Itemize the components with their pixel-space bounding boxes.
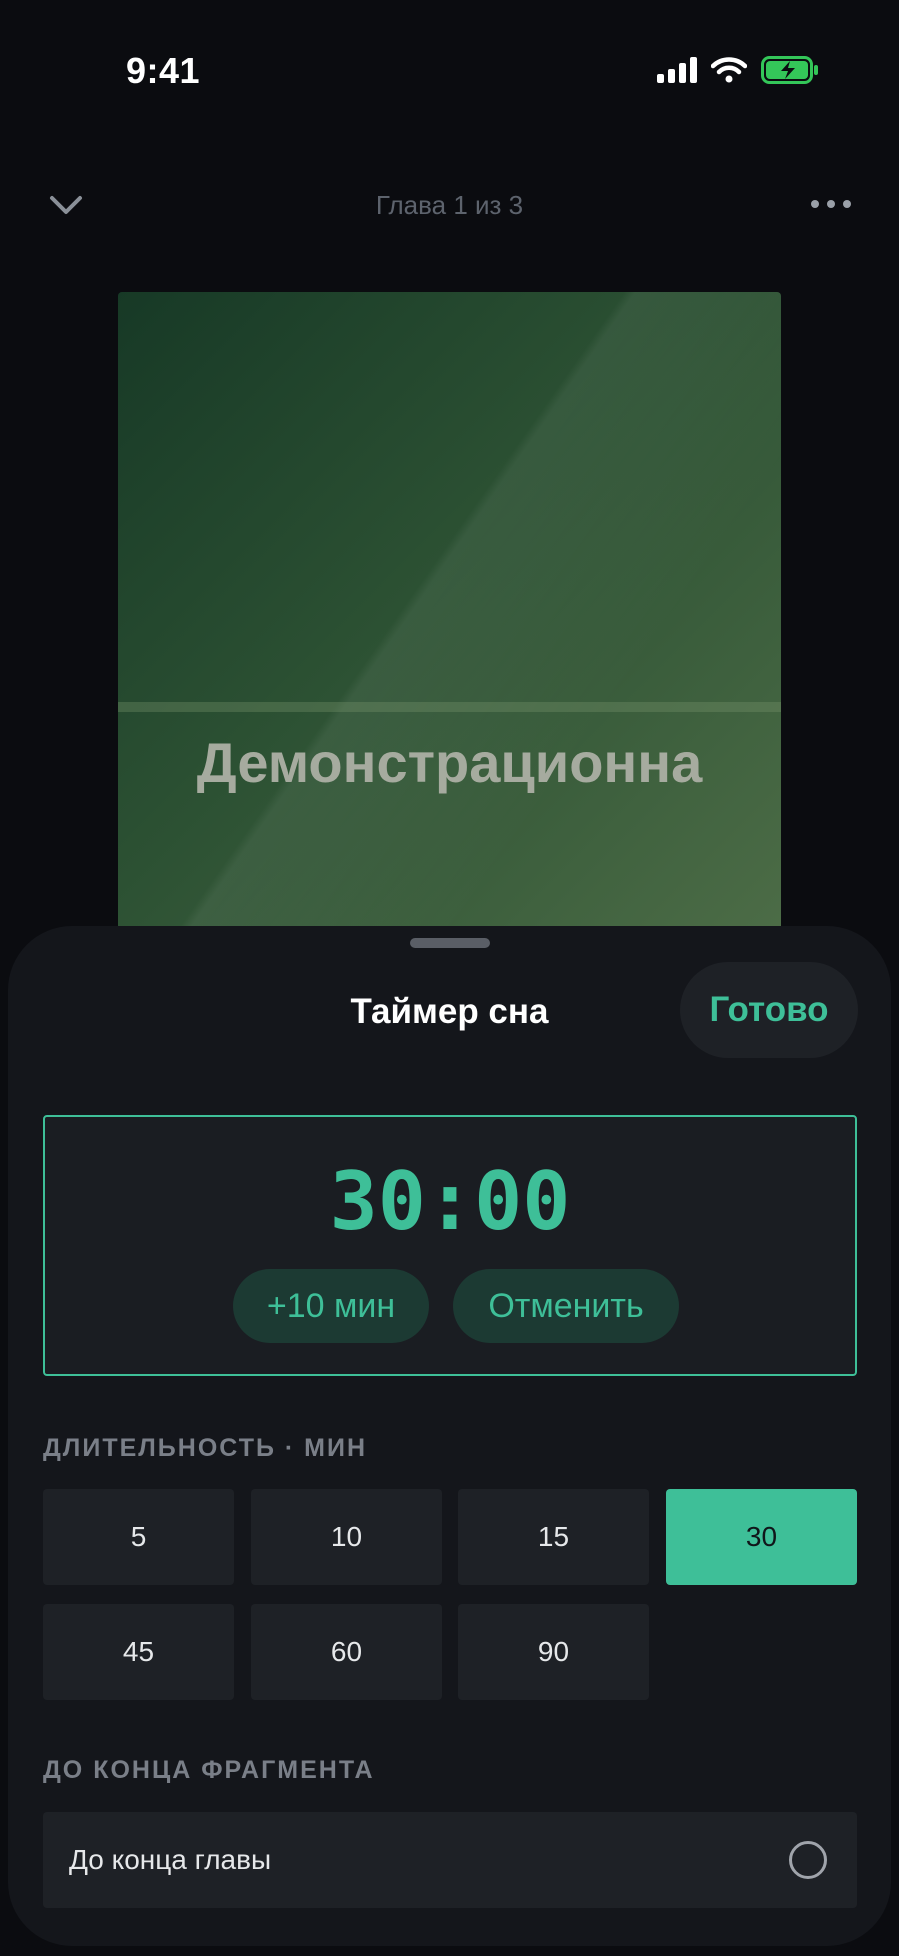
duration-chip-90[interactable]: 90 (458, 1604, 649, 1700)
duration-section-label: ДЛИТЕЛЬНОСТЬ · МИН (43, 1434, 368, 1462)
cancel-timer-button[interactable]: Отменить (453, 1269, 679, 1343)
duration-chip-10[interactable]: 10 (251, 1489, 442, 1585)
more-icon[interactable] (811, 200, 851, 208)
option-label: До конца главы (69, 1844, 272, 1875)
chapter-title: Глава 1 из 3 (375, 190, 524, 220)
fragment-section-label: ДО КОНЦА ФРАГМЕНТА (43, 1756, 375, 1784)
cover-title: Демонстрационна (196, 731, 703, 794)
battery-charging-icon (761, 56, 818, 84)
signal-icon (657, 57, 697, 83)
status-icons (657, 56, 819, 84)
duration-chip-30[interactable]: 30 (666, 1489, 857, 1585)
timer-value: 30:00 (329, 1155, 571, 1248)
duration-chip-15[interactable]: 15 (458, 1489, 649, 1585)
done-button[interactable]: Готово (680, 962, 858, 1058)
duration-chip-60[interactable]: 60 (251, 1604, 442, 1700)
duration-chip-5[interactable]: 5 (43, 1489, 234, 1585)
player-screen: 9:41 Глава 1 из 3 Демонстрационна Таймер… (0, 0, 899, 1956)
timer-display: 30:00 +10 мин Отменить (43, 1115, 857, 1376)
wifi-icon (711, 57, 747, 83)
add-10-min-button[interactable]: +10 мин (233, 1269, 429, 1343)
end-of-chapter-option[interactable]: До конца главы (43, 1812, 857, 1908)
book-cover: Демонстрационна (118, 292, 781, 952)
radio-button[interactable] (789, 1841, 827, 1879)
sleep-timer-sheet: Таймер сна Готово 30:00 +10 мин Отменить… (8, 926, 891, 1946)
status-time: 9:41 (126, 50, 201, 91)
duration-chip-45[interactable]: 45 (43, 1604, 234, 1700)
sheet-grabber[interactable] (410, 938, 490, 948)
